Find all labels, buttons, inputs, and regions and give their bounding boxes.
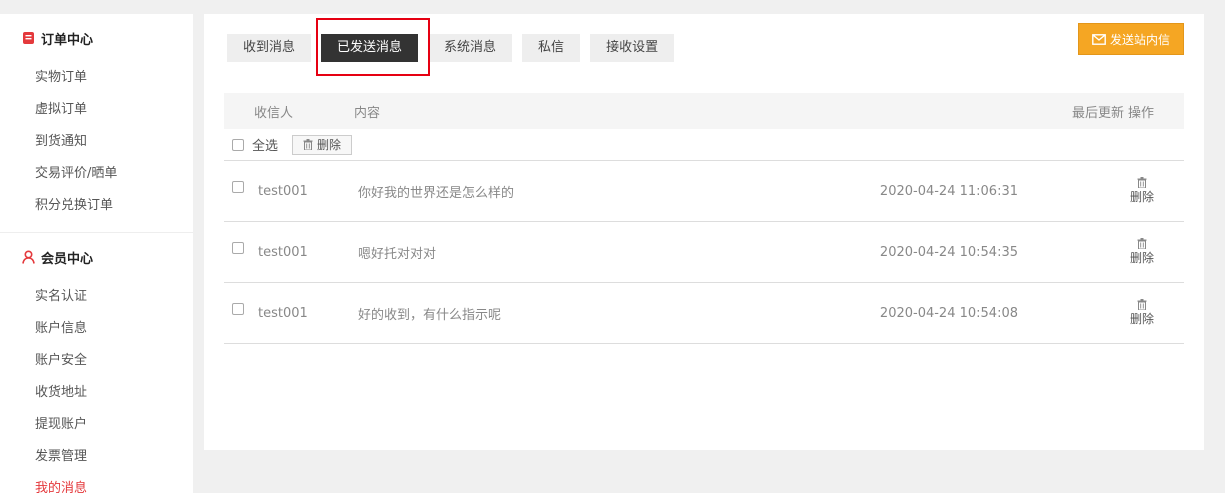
section-order-center: 订单中心 (0, 14, 193, 62)
table-header: 收信人 内容 最后更新 操作 (224, 93, 1184, 129)
sidebar: 订单中心 实物订单 虚拟订单 到货通知 交易评价/晒单 积分兑换订单 会员中心 … (0, 14, 193, 493)
sidebar-item-reviews[interactable]: 交易评价/晒单 (0, 158, 193, 190)
tab-sent-wrap: 已发送消息 (316, 18, 431, 76)
sidebar-item-virtual-orders[interactable]: 虚拟订单 (0, 94, 193, 126)
sidebar-item-arrival-notice[interactable]: 到货通知 (0, 126, 193, 158)
select-all-checkbox[interactable] (232, 138, 244, 151)
select-all-label: 全选 (252, 139, 279, 154)
row-delete-label: 删除 (1129, 251, 1154, 265)
row-checkbox[interactable] (232, 181, 244, 193)
row-delete-button[interactable]: 删除 (1018, 299, 1184, 327)
send-message-button[interactable]: 发送站内信 (1077, 23, 1184, 55)
header-action: 操作 (1127, 105, 1154, 121)
row-content[interactable]: 你好我的世界还是怎么样的 (358, 182, 788, 201)
sidebar-item-verification[interactable]: 实名认证 (0, 281, 193, 313)
sidebar-item-physical-orders[interactable]: 实物订单 (0, 62, 193, 94)
row-content[interactable]: 好的收到，有什么指示呢 (358, 304, 788, 323)
row-delete-button[interactable]: 删除 (1018, 177, 1184, 205)
row-time: 2020-04-24 10:54:35 (879, 244, 1018, 260)
section-member-center: 会员中心 (0, 233, 193, 281)
message-tabs: 收到消息 已发送消息 系统消息 私信 接收设置 (227, 18, 684, 76)
tab-sent[interactable]: 已发送消息 (321, 34, 419, 62)
sidebar-item-withdraw-account[interactable]: 提现账户 (0, 409, 193, 441)
row-time: 2020-04-24 11:06:31 (879, 183, 1018, 199)
tab-private[interactable]: 私信 (522, 34, 581, 62)
bulk-delete-label: 删除 (317, 138, 342, 152)
section-title: 会员中心 (41, 251, 94, 267)
table-toolbar: 全选 删除 (224, 129, 1184, 161)
order-icon (23, 32, 34, 44)
bulk-delete-button[interactable]: 删除 (292, 134, 353, 155)
row-content[interactable]: 嗯好托对对对 (358, 243, 788, 262)
header-receiver: 收信人 (254, 105, 294, 121)
send-message-label: 发送站内信 (1109, 32, 1170, 47)
row-checkbox[interactable] (232, 303, 244, 315)
user-icon (22, 250, 35, 264)
sidebar-item-address[interactable]: 收货地址 (0, 377, 193, 409)
header-updated: 最后更新 (1071, 105, 1124, 121)
row-time: 2020-04-24 10:54:08 (879, 305, 1018, 321)
tab-system[interactable]: 系统消息 (428, 34, 513, 62)
sidebar-item-account-security[interactable]: 账户安全 (0, 345, 193, 377)
row-delete-label: 删除 (1129, 312, 1154, 326)
sidebar-item-invoice[interactable]: 发票管理 (0, 441, 193, 473)
row-delete-label: 删除 (1129, 190, 1154, 204)
trash-icon (1137, 238, 1147, 249)
row-receiver: test001 (258, 305, 308, 321)
tab-received[interactable]: 收到消息 (227, 34, 312, 62)
table-row: test001 好的收到，有什么指示呢 2020-04-24 10:54:08 … (224, 283, 1184, 344)
section-title: 订单中心 (41, 32, 94, 48)
trash-icon (1137, 299, 1147, 310)
table-row: test001 嗯好托对对对 2020-04-24 10:54:35 删除 (224, 222, 1184, 283)
row-checkbox[interactable] (232, 242, 244, 254)
main-panel: 收到消息 已发送消息 系统消息 私信 接收设置 发送站内信 收信人 内容 最后更… (204, 14, 1204, 450)
sidebar-item-my-messages[interactable]: 我的消息 (0, 473, 193, 493)
sidebar-item-points-orders[interactable]: 积分兑换订单 (0, 190, 193, 222)
row-receiver: test001 (258, 244, 308, 260)
row-receiver: test001 (258, 183, 308, 199)
tab-settings[interactable]: 接收设置 (590, 34, 675, 62)
sidebar-item-account-info[interactable]: 账户信息 (0, 313, 193, 345)
trash-icon (1137, 177, 1147, 188)
mail-icon (1092, 33, 1106, 45)
row-delete-button[interactable]: 删除 (1018, 238, 1184, 266)
table-row: test001 你好我的世界还是怎么样的 2020-04-24 11:06:31… (224, 161, 1184, 222)
messages-table: 收信人 内容 最后更新 操作 全选 删除 test001 你好我的世界还是怎么样… (224, 93, 1184, 344)
trash-icon (303, 139, 313, 150)
header-content: 内容 (354, 105, 381, 121)
